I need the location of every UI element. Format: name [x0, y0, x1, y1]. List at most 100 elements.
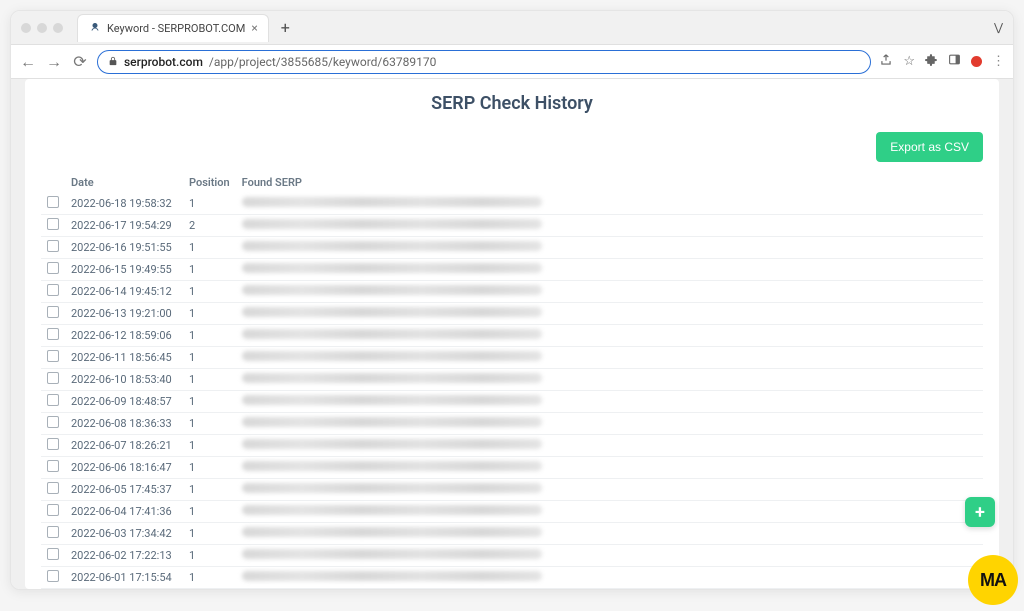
row-checkbox[interactable]: [47, 482, 59, 494]
row-checkbox[interactable]: [47, 240, 59, 252]
table-row[interactable]: 2022-06-14 19:45:121: [41, 281, 983, 303]
cell-position: 1: [183, 303, 236, 325]
menu-icon[interactable]: ⋮: [992, 54, 1005, 69]
table-row[interactable]: 2022-06-02 17:22:131: [41, 545, 983, 567]
blurred-text: [242, 395, 542, 405]
new-tab-button[interactable]: +: [275, 18, 296, 37]
blurred-text: [242, 307, 542, 317]
reload-button[interactable]: ⟳: [71, 52, 89, 71]
cell-date: 2022-06-10 18:53:40: [65, 369, 183, 391]
table-row[interactable]: 2022-06-05 17:45:371: [41, 479, 983, 501]
blurred-text: [242, 527, 542, 537]
close-tab-icon[interactable]: ×: [251, 21, 257, 35]
browser-toolbar: ← → ⟳ serprobot.com/app/project/3855685/…: [11, 45, 1013, 79]
cell-found-serp: [236, 347, 983, 369]
cell-position: 1: [183, 237, 236, 259]
page-title: SERP Check History: [41, 93, 983, 114]
cell-found-serp: [236, 435, 983, 457]
export-csv-button[interactable]: Export as CSV: [876, 132, 983, 162]
table-row[interactable]: 2022-06-11 18:56:451: [41, 347, 983, 369]
maximize-window-icon[interactable]: [53, 23, 63, 33]
cell-position: 1: [183, 479, 236, 501]
row-checkbox[interactable]: [47, 394, 59, 406]
table-row[interactable]: 2022-06-07 18:26:211: [41, 435, 983, 457]
minimize-window-icon[interactable]: [37, 23, 47, 33]
row-checkbox[interactable]: [47, 504, 59, 516]
extensions-icon[interactable]: [925, 53, 938, 70]
back-button[interactable]: ←: [19, 52, 37, 72]
row-checkbox[interactable]: [47, 306, 59, 318]
blurred-text: [242, 439, 542, 449]
table-row[interactable]: 2022-05-31 17:08:471: [41, 589, 983, 590]
row-checkbox[interactable]: [47, 284, 59, 296]
address-bar[interactable]: serprobot.com/app/project/3855685/keywor…: [97, 50, 871, 74]
row-checkbox[interactable]: [47, 328, 59, 340]
browser-window: Keyword - SERPROBOT.COM × + ⋁ ← → ⟳ serp…: [10, 10, 1014, 590]
table-row[interactable]: 2022-06-12 18:59:061: [41, 325, 983, 347]
header-checkbox: [41, 172, 65, 193]
titlebar: Keyword - SERPROBOT.COM × + ⋁: [11, 11, 1013, 45]
favicon-icon: [88, 22, 101, 35]
cell-position: 1: [183, 501, 236, 523]
cell-position: 1: [183, 523, 236, 545]
ma-badge: MA: [968, 555, 1018, 605]
cell-found-serp: [236, 501, 983, 523]
cell-found-serp: [236, 567, 983, 589]
table-row[interactable]: 2022-06-03 17:34:421: [41, 523, 983, 545]
tabs-menu-icon[interactable]: ⋁: [994, 21, 1003, 34]
cell-date: 2022-06-06 18:16:47: [65, 457, 183, 479]
share-icon[interactable]: [879, 53, 893, 71]
header-date[interactable]: Date: [65, 172, 183, 193]
page-body: SERP Check History Export as CSV Date Po…: [11, 79, 1013, 589]
cell-found-serp: [236, 479, 983, 501]
row-checkbox[interactable]: [47, 350, 59, 362]
cell-date: 2022-06-08 18:36:33: [65, 413, 183, 435]
header-position[interactable]: Position: [183, 172, 236, 193]
table-row[interactable]: 2022-06-08 18:36:331: [41, 413, 983, 435]
row-checkbox[interactable]: [47, 570, 59, 582]
browser-actions: ☆ ⋮: [879, 53, 1005, 71]
add-fab-button[interactable]: +: [965, 497, 995, 527]
table-row[interactable]: 2022-06-09 18:48:571: [41, 391, 983, 413]
cell-position: 1: [183, 435, 236, 457]
table-row[interactable]: 2022-06-01 17:15:541: [41, 567, 983, 589]
table-row[interactable]: 2022-06-10 18:53:401: [41, 369, 983, 391]
cell-found-serp: [236, 281, 983, 303]
row-checkbox[interactable]: [47, 372, 59, 384]
cell-date: 2022-06-09 18:48:57: [65, 391, 183, 413]
row-checkbox[interactable]: [47, 196, 59, 208]
header-found-serp[interactable]: Found SERP: [236, 172, 983, 193]
row-checkbox[interactable]: [47, 218, 59, 230]
row-checkbox[interactable]: [47, 262, 59, 274]
row-checkbox[interactable]: [47, 438, 59, 450]
table-row[interactable]: 2022-06-06 18:16:471: [41, 457, 983, 479]
blurred-text: [242, 571, 542, 581]
table-row[interactable]: 2022-06-17 19:54:292: [41, 215, 983, 237]
table-row[interactable]: 2022-06-18 19:58:321: [41, 193, 983, 215]
cell-date: 2022-06-05 17:45:37: [65, 479, 183, 501]
table-row[interactable]: 2022-06-13 19:21:001: [41, 303, 983, 325]
table-row[interactable]: 2022-06-15 19:49:551: [41, 259, 983, 281]
cell-position: 2: [183, 215, 236, 237]
cell-date: 2022-06-13 19:21:00: [65, 303, 183, 325]
blurred-text: [242, 461, 542, 471]
browser-tab[interactable]: Keyword - SERPROBOT.COM ×: [77, 14, 269, 42]
cell-position: 1: [183, 413, 236, 435]
blurred-text: [242, 373, 542, 383]
cell-found-serp: [236, 215, 983, 237]
cell-date: 2022-06-15 19:49:55: [65, 259, 183, 281]
blurred-text: [242, 263, 542, 273]
bookmark-icon[interactable]: ☆: [903, 54, 915, 69]
table-row[interactable]: 2022-06-04 17:41:361: [41, 501, 983, 523]
forward-button[interactable]: →: [45, 52, 63, 72]
row-checkbox[interactable]: [47, 548, 59, 560]
cell-date: 2022-06-11 18:56:45: [65, 347, 183, 369]
row-checkbox[interactable]: [47, 460, 59, 472]
panel-icon[interactable]: [948, 53, 961, 70]
table-row[interactable]: 2022-06-16 19:51:551: [41, 237, 983, 259]
row-checkbox[interactable]: [47, 416, 59, 428]
blurred-text: [242, 549, 542, 559]
row-checkbox[interactable]: [47, 526, 59, 538]
record-icon[interactable]: [971, 56, 982, 67]
close-window-icon[interactable]: [21, 23, 31, 33]
